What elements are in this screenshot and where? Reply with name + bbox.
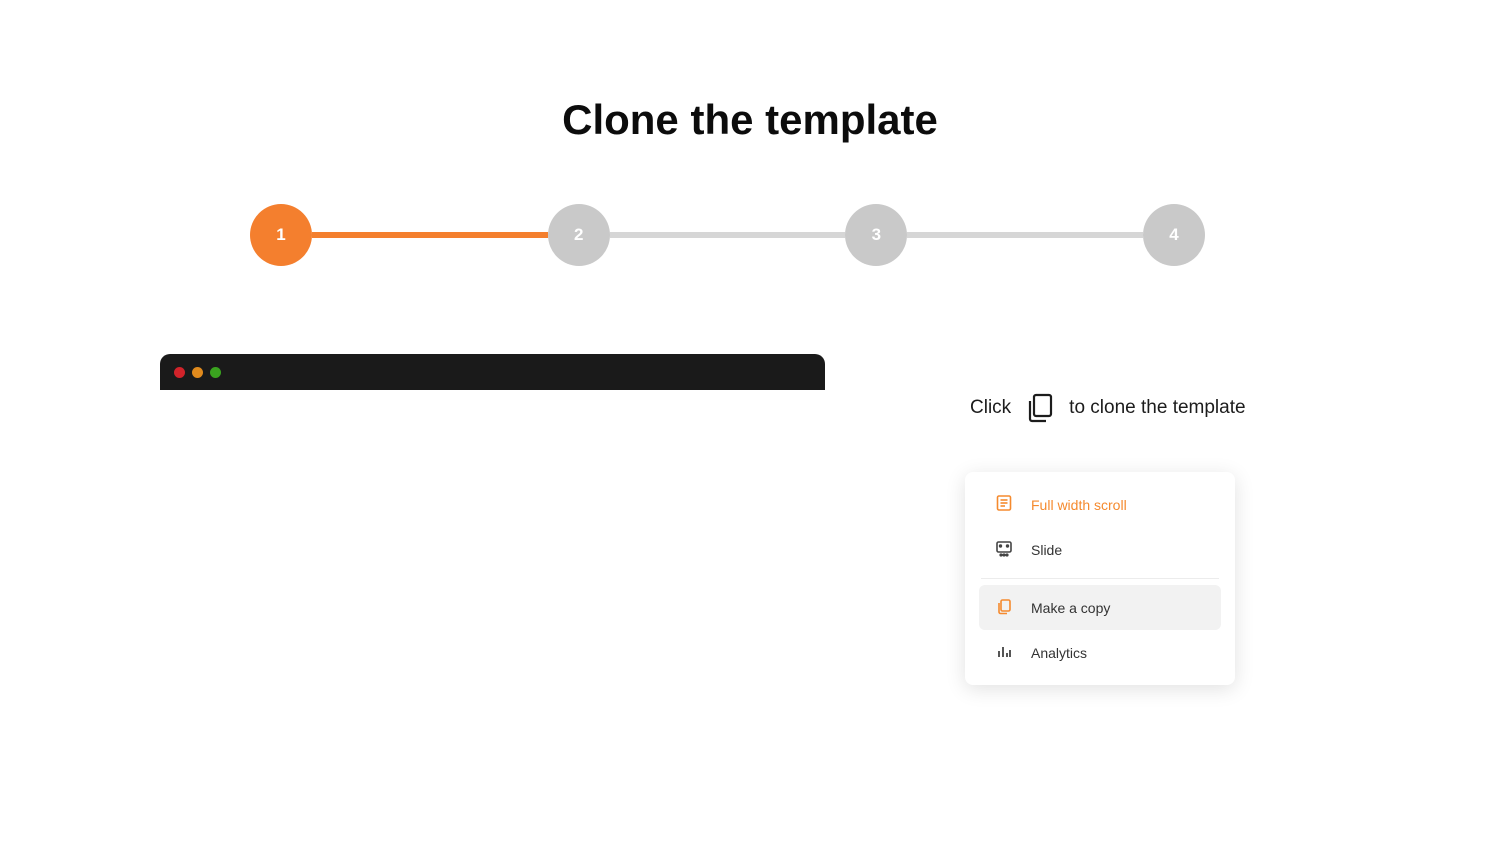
copy-icon bbox=[1025, 392, 1055, 424]
hint-suffix: to clone the template bbox=[1069, 397, 1245, 419]
context-menu: Full width scroll Slide Make a copy bbox=[965, 472, 1235, 685]
step-3[interactable]: 3 bbox=[845, 204, 907, 266]
maximize-icon[interactable] bbox=[210, 367, 221, 378]
menu-item-make-a-copy[interactable]: Make a copy bbox=[979, 585, 1221, 630]
menu-item-label: Full width scroll bbox=[1031, 497, 1127, 513]
step-indicator: 1 2 3 4 bbox=[250, 204, 1205, 266]
browser-titlebar bbox=[160, 354, 825, 390]
instruction-hint: Click to clone the template bbox=[970, 392, 1246, 424]
menu-item-label: Analytics bbox=[1031, 645, 1087, 661]
step-1[interactable]: 1 bbox=[250, 204, 312, 266]
step-connector-1-2 bbox=[312, 232, 548, 238]
step-connector-2-3 bbox=[610, 232, 846, 238]
step-2[interactable]: 2 bbox=[548, 204, 610, 266]
menu-item-slide[interactable]: Slide bbox=[965, 527, 1235, 572]
minimize-icon[interactable] bbox=[192, 367, 203, 378]
close-icon[interactable] bbox=[174, 367, 185, 378]
menu-item-analytics[interactable]: Analytics bbox=[965, 630, 1235, 675]
slide-icon bbox=[995, 539, 1013, 560]
copy-icon bbox=[995, 597, 1013, 618]
hint-prefix: Click bbox=[970, 397, 1011, 419]
document-icon bbox=[995, 494, 1013, 515]
menu-item-label: Make a copy bbox=[1031, 600, 1110, 616]
menu-item-label: Slide bbox=[1031, 542, 1062, 558]
menu-item-full-width-scroll[interactable]: Full width scroll bbox=[965, 482, 1235, 527]
menu-divider bbox=[981, 578, 1219, 579]
page-title: Clone the template bbox=[0, 96, 1500, 144]
step-4[interactable]: 4 bbox=[1143, 204, 1205, 266]
bar-chart-icon bbox=[995, 642, 1013, 663]
step-connector-3-4 bbox=[907, 232, 1143, 238]
